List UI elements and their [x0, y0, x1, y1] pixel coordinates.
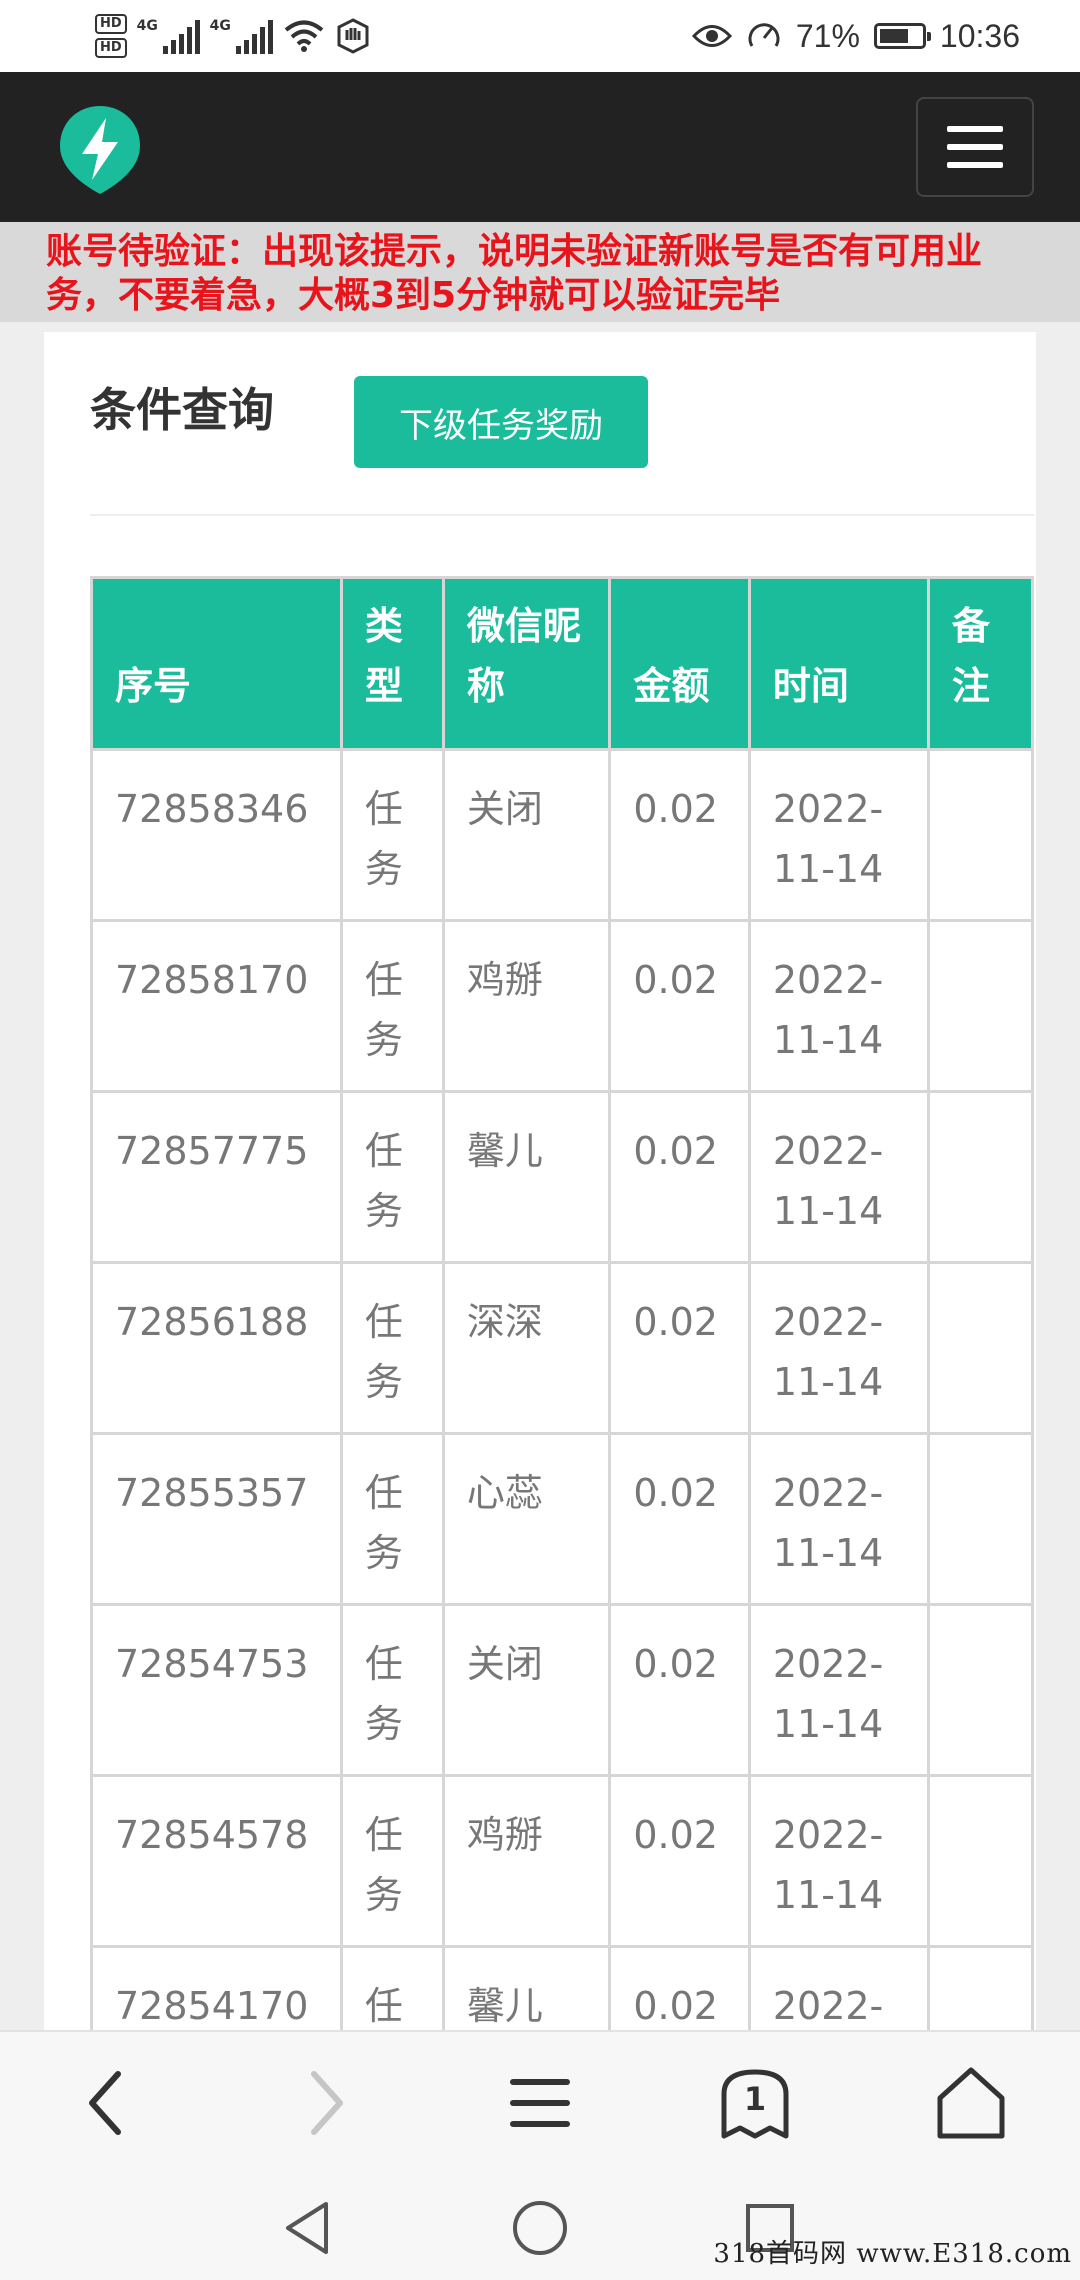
- signal-icon-1: 4G: [137, 18, 200, 54]
- cell-id: 72855357: [90, 1432, 343, 1606]
- watermark: 318首码网 www.E318.com: [713, 2239, 1072, 2269]
- table-row: 72858170 任务 鸡掰 0.02 2022-11-14: [90, 919, 1035, 1093]
- cell-id: 72856188: [90, 1261, 343, 1435]
- cell-note: [926, 919, 1035, 1093]
- cell-note: [926, 1261, 1035, 1435]
- cell-note: [926, 1090, 1035, 1264]
- cell-id: 72854753: [90, 1603, 343, 1777]
- table-row: 72858346 任务 关闭 0.02 2022-11-14: [90, 748, 1035, 922]
- cell-nickname: 鸡掰: [441, 919, 612, 1093]
- cell-note: [926, 1603, 1035, 1777]
- header-id: 序号: [90, 576, 343, 751]
- wifi-icon: [284, 20, 323, 52]
- battery-level: [879, 29, 909, 43]
- subordinate-reward-button[interactable]: 下级任务奖励: [354, 376, 648, 468]
- status-bar: HD HD 4G 4G 71% 10:36: [0, 0, 1080, 72]
- cell-note: [926, 1432, 1035, 1606]
- cell-id: 72854578: [90, 1774, 343, 1948]
- header-time: 时间: [747, 576, 930, 751]
- forward-icon[interactable]: [280, 2058, 370, 2148]
- header-amount: 金额: [608, 576, 751, 751]
- cell-amount: 0.02: [608, 1774, 751, 1948]
- table-row: 72854753 任务 关闭 0.02 2022-11-14: [90, 1603, 1035, 1777]
- speed-icon: [748, 23, 780, 47]
- table-row: 72854578 任务 鸡掰 0.02 2022-11-14: [90, 1774, 1035, 1948]
- cell-nickname: 心蕊: [441, 1432, 612, 1606]
- query-title: 条件查询: [90, 383, 274, 437]
- signal-icon-2: 4G: [210, 18, 273, 54]
- cell-type: 任务: [339, 1261, 445, 1435]
- cell-id: 72858346: [90, 748, 343, 922]
- cell-time: 2022-11-14: [747, 1090, 930, 1264]
- cell-type: 任务: [339, 748, 445, 922]
- status-left: HD HD 4G 4G: [95, 6, 371, 66]
- eye-icon: [691, 25, 732, 47]
- cell-time: 2022-11-14: [747, 919, 930, 1093]
- table-row: 72855357 任务 心蕊 0.02 2022-11-14: [90, 1432, 1035, 1606]
- cell-id: 72857775: [90, 1090, 343, 1264]
- back-icon[interactable]: [62, 2058, 152, 2148]
- verification-notice: 账号待验证：出现该提示，说明未验证新账号是否有可用业务，不要着急，大概3到5分钟…: [0, 222, 1080, 322]
- divider: [90, 514, 1034, 516]
- cell-type: 任务: [339, 1774, 445, 1948]
- cell-nickname: 馨儿: [441, 1090, 612, 1264]
- cell-amount: 0.02: [608, 748, 751, 922]
- cell-type: 任务: [339, 1603, 445, 1777]
- home-icon[interactable]: [926, 2058, 1016, 2148]
- table-row: 72857775 任务 馨儿 0.02 2022-11-14: [90, 1090, 1035, 1264]
- cell-note: [926, 1774, 1035, 1948]
- cell-time: 2022-11-14: [747, 748, 930, 922]
- cell-amount: 0.02: [608, 1432, 751, 1606]
- network-label-2: 4G: [209, 18, 231, 34]
- tab-count: 1: [743, 2080, 767, 2118]
- cell-nickname: 鸡掰: [441, 1774, 612, 1948]
- query-card: 条件查询 下级任务奖励 序号 类型 微信昵称 金额 时间 备注 72858346…: [44, 332, 1036, 2119]
- tabs-icon[interactable]: 1: [710, 2058, 800, 2148]
- hd-badges: HD HD: [95, 14, 127, 58]
- cell-amount: 0.02: [608, 919, 751, 1093]
- cell-nickname: 深深: [441, 1261, 612, 1435]
- header-type: 类型: [339, 576, 445, 751]
- clock: 10:36: [939, 17, 1020, 54]
- hamburger-line: [947, 144, 1003, 150]
- hd-badge-2: HD: [95, 38, 127, 58]
- cell-nickname: 关闭: [441, 1603, 612, 1777]
- table-row: 72856188 任务 深深 0.02 2022-11-14: [90, 1261, 1035, 1435]
- status-right: 71% 10:36: [691, 10, 1020, 62]
- hand-shield-icon: [337, 18, 369, 54]
- cell-type: 任务: [339, 1090, 445, 1264]
- top-navbar: [0, 72, 1080, 222]
- table-header-row: 序号 类型 微信昵称 金额 时间 备注: [90, 576, 1035, 751]
- cell-amount: 0.02: [608, 1090, 751, 1264]
- hd-badge-1: HD: [95, 14, 127, 34]
- cell-time: 2022-11-14: [747, 1432, 930, 1606]
- network-label-1: 4G: [136, 18, 158, 34]
- cell-time: 2022-11-14: [747, 1261, 930, 1435]
- hamburger-line: [947, 162, 1003, 168]
- battery-icon: [873, 23, 931, 49]
- hamburger-menu-button[interactable]: [916, 97, 1034, 197]
- battery-percent: 71%: [795, 17, 860, 54]
- cell-amount: 0.02: [608, 1603, 751, 1777]
- records-table: 序号 类型 微信昵称 金额 时间 备注 72858346 任务 关闭 0.02 …: [90, 576, 1035, 2119]
- header-nickname: 微信昵称: [441, 576, 612, 751]
- cell-type: 任务: [339, 1432, 445, 1606]
- header-note: 备注: [926, 576, 1035, 751]
- home-circle-icon[interactable]: [508, 2196, 572, 2260]
- cell-note: [926, 748, 1035, 922]
- cell-time: 2022-11-14: [747, 1603, 930, 1777]
- cell-time: 2022-11-14: [747, 1774, 930, 1948]
- hamburger-line: [947, 126, 1003, 132]
- cell-amount: 0.02: [608, 1261, 751, 1435]
- back-triangle-icon[interactable]: [276, 2196, 340, 2260]
- cell-id: 72858170: [90, 919, 343, 1093]
- cell-type: 任务: [339, 919, 445, 1093]
- bolt-icon[interactable]: [58, 104, 142, 196]
- system-nav-bar: 318首码网 www.E318.com: [0, 2172, 1080, 2280]
- menu-icon[interactable]: [495, 2058, 585, 2148]
- cell-nickname: 关闭: [441, 748, 612, 922]
- browser-toolbar: 1: [0, 2030, 1080, 2172]
